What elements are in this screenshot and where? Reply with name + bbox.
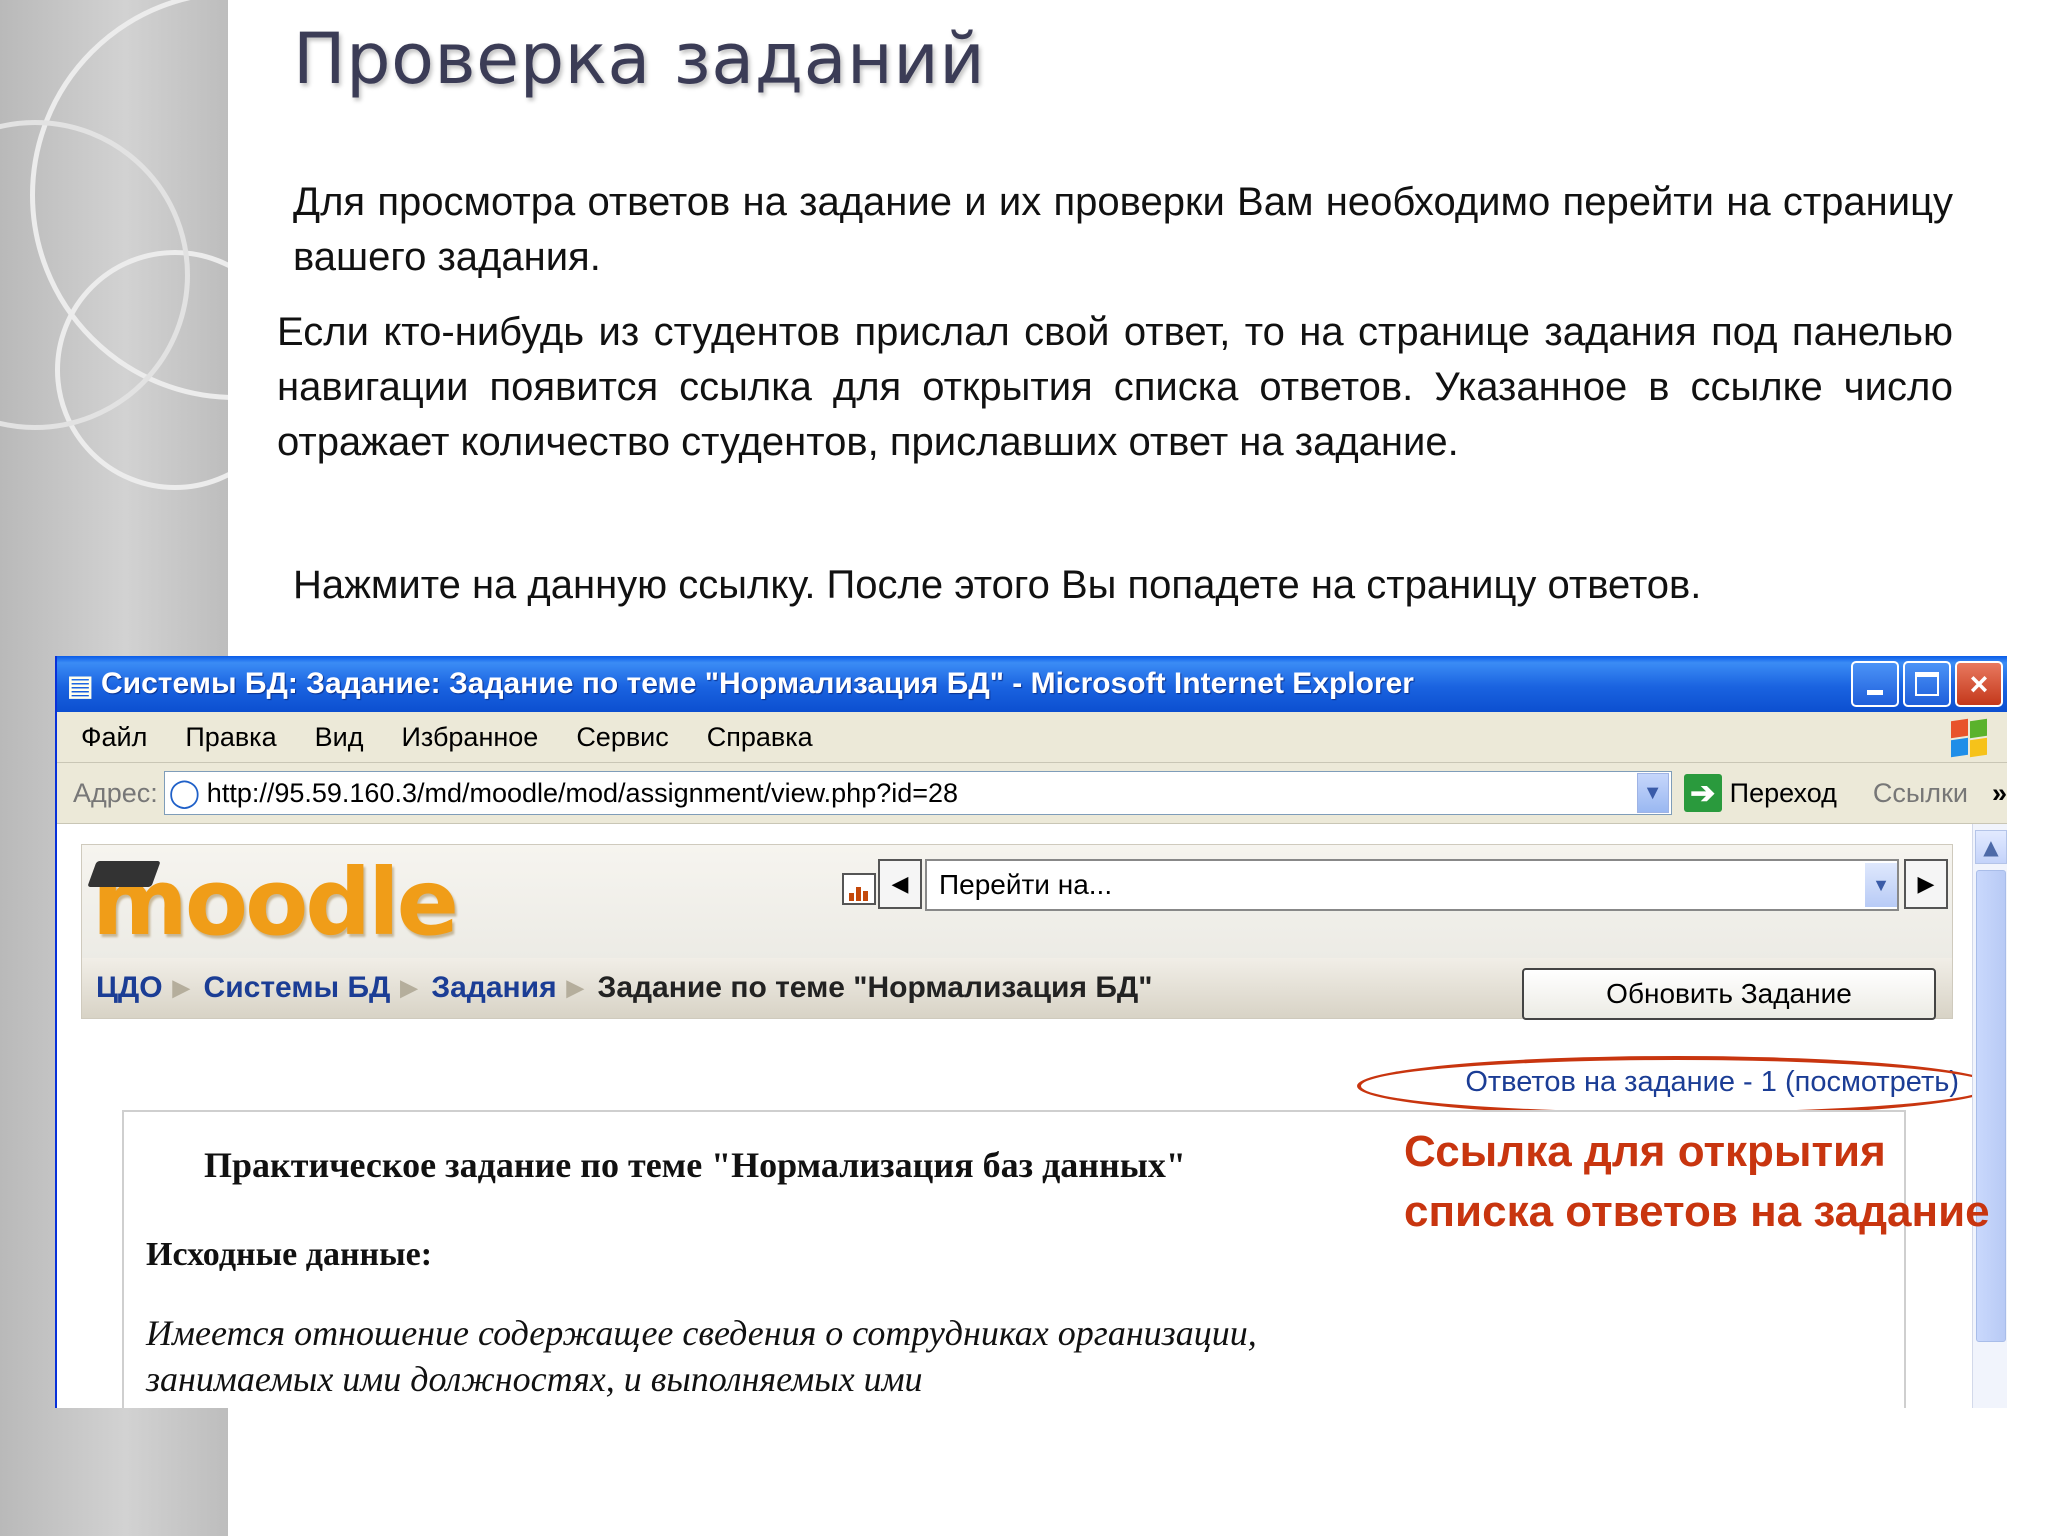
assignment-heading: Практическое задание по теме "Нормализац… [204,1145,1186,1185]
close-icon: × [1969,666,1989,702]
menu-edit[interactable]: Правка [185,722,276,753]
menu-favorites[interactable]: Избранное [401,722,538,753]
breadcrumb-current: Задание по теме "Нормализация БД" [597,971,1153,1004]
assignment-description: Имеется отношение содержащее сведения о … [146,1313,1257,1399]
menu-tools[interactable]: Сервис [576,722,668,753]
arrow-left-icon: ◀ [891,871,909,897]
address-bar: Адрес: ◯ http://95.59.160.3/md/moodle/mo… [57,763,2007,824]
maximize-icon [1915,672,1939,696]
menu-view[interactable]: Вид [315,722,364,753]
chevron-right-icon[interactable]: » [1992,778,2007,809]
previous-activity-button[interactable]: ◀ [878,859,922,909]
source-data-heading: Исходные данные: [146,1236,433,1273]
scroll-thumb[interactable] [1976,870,2006,1342]
paragraph-instruction: Нажмите на данную ссылку. После этого Вы… [293,563,1702,607]
graduation-cap-icon [87,861,161,887]
breadcrumb: ЦДО ▶ Системы БД ▶ Задания ▶ Задание по … [81,958,1953,1020]
browser-titlebar: ▤ Системы БД: Задание: Задание по теме "… [57,656,2007,712]
go-arrow-icon: ➔ [1683,774,1722,812]
next-activity-button[interactable]: ▶ [1904,859,1948,909]
jump-to-value: Перейти на... [939,869,1113,900]
maximize-button[interactable] [1903,661,1951,707]
vertical-scrollbar[interactable]: ▲ [1972,824,2007,1408]
jump-to-select[interactable]: Перейти на... ▼ [925,859,1899,911]
ie-page-icon: ▤ [67,670,94,701]
menu-bar: Файл Правка Вид Избранное Сервис Справка [57,712,2007,763]
slide-title: Проверка заданий [293,18,986,100]
paragraph-intro: Для просмотра ответов на задание и их пр… [293,180,1953,279]
callout-annotation: Ссылка для открытия списка ответов на за… [1404,1127,1990,1236]
links-button[interactable]: Ссылки [1873,778,1968,809]
ie-page-icon: ◯ [168,777,201,808]
go-button[interactable]: ➔ Переход [1683,774,1837,812]
browser-window: ▤ Системы БД: Задание: Задание по теме "… [55,656,2007,1408]
breadcrumb-separator-icon: ▶ [566,975,584,1000]
update-assignment-button[interactable]: Обновить Задание [1522,968,1936,1020]
breadcrumb-course[interactable]: Системы БД [204,971,391,1005]
url-text: http://95.59.160.3/md/moodle/mod/assignm… [206,777,959,808]
paragraph-explanation: Если кто-нибудь из студентов прислал сво… [277,310,1953,464]
scroll-up-icon[interactable]: ▲ [1975,830,2007,864]
window-title: Системы БД: Задание: Задание по теме "Но… [101,667,1414,700]
arrow-right-icon: ▶ [1917,871,1935,897]
address-dropdown-button[interactable]: ▼ [1636,773,1669,813]
breadcrumb-separator-icon: ▶ [172,975,190,1000]
moodle-header: moodle ◀ Перейти на... ▼ ▶ [81,844,1953,960]
close-button[interactable]: × [1955,661,2003,707]
breadcrumb-assignments[interactable]: Задания [431,971,556,1005]
address-input[interactable]: ◯ http://95.59.160.3/md/moodle/mod/assig… [163,771,1672,815]
breadcrumb-separator-icon: ▶ [400,975,418,1000]
go-label: Переход [1729,777,1837,808]
windows-logo-icon [1949,718,1989,758]
menu-help[interactable]: Справка [707,722,813,753]
minimize-button[interactable] [1851,661,1899,707]
moodle-logo: moodle [87,853,459,953]
highlight-ellipse [1357,1056,1995,1116]
menu-file[interactable]: Файл [81,722,147,753]
minimize-icon [1867,689,1883,695]
page-viewport: moodle ◀ Перейти на... ▼ ▶ ЦДО ▶ Системы… [57,824,2007,1408]
chevron-down-icon[interactable]: ▼ [1865,863,1897,907]
breadcrumb-cdo[interactable]: ЦДО [96,971,163,1005]
report-icon[interactable] [842,873,876,905]
address-label: Адрес: [73,777,158,808]
